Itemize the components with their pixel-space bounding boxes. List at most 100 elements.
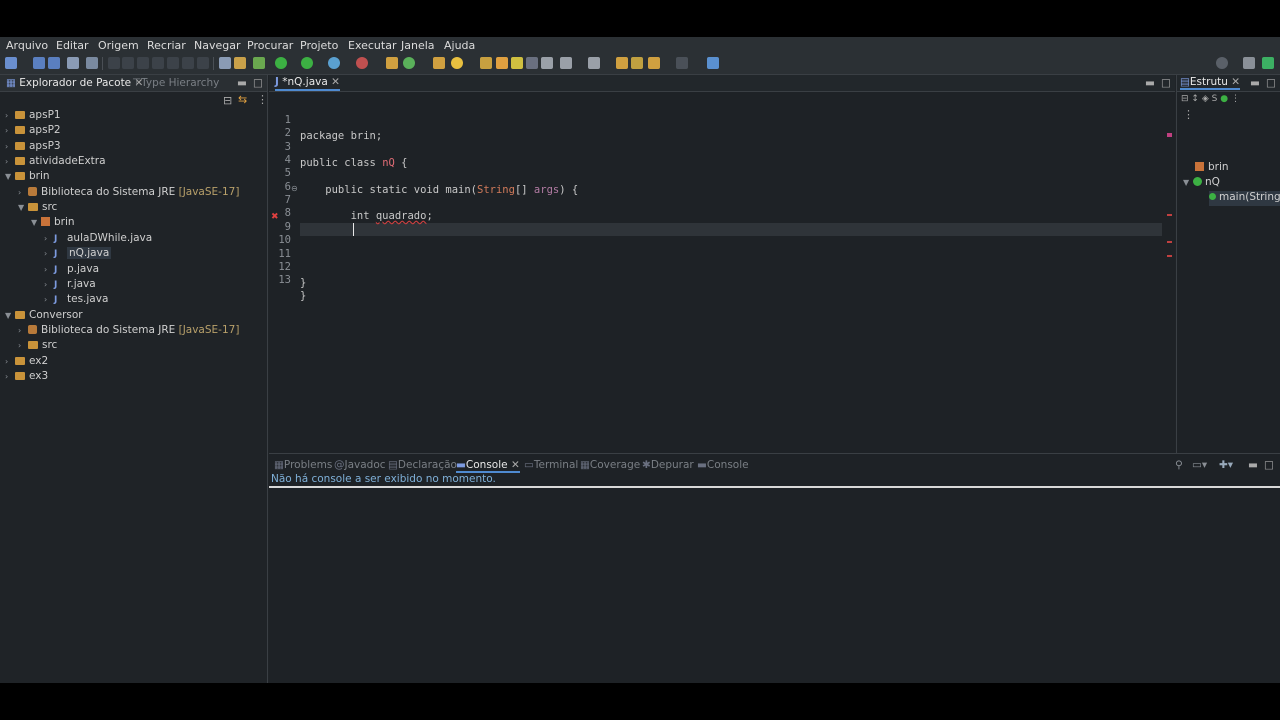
save-icon[interactable] — [33, 57, 45, 69]
chevron-right-icon[interactable]: › — [18, 341, 28, 350]
view-menu-icon[interactable]: ⋮ — [257, 93, 268, 106]
tree-item[interactable]: › apsP3 — [5, 140, 61, 155]
tab-problems[interactable]: ▦Problems — [274, 459, 332, 471]
highlight-icon[interactable] — [496, 57, 508, 69]
close-icon[interactable]: ✕ — [331, 76, 340, 88]
menu-arquivo[interactable]: Arquivo — [6, 39, 48, 52]
terminate-icon[interactable] — [137, 57, 149, 69]
outline-item-class[interactable]: ▼ nQ — [1183, 176, 1220, 191]
tab-package-explorer[interactable]: ▦ Explorador de Pacote ✕ — [6, 77, 143, 89]
menu-recriar[interactable]: Recriar — [147, 39, 186, 52]
tree-item[interactable]: › ex3 — [5, 370, 48, 385]
tree-item[interactable]: › Biblioteca do Sistema JRE [JavaSE-17] — [18, 186, 239, 201]
toggle-mark-icon[interactable] — [480, 57, 492, 69]
tree-item[interactable]: ▼ brin — [31, 216, 75, 231]
java-perspective-icon[interactable] — [1262, 57, 1274, 69]
step-over-icon[interactable] — [182, 57, 194, 69]
chevron-right-icon[interactable]: › — [44, 234, 54, 243]
next-annotation-icon[interactable] — [560, 57, 572, 69]
search-toolbar-icon[interactable] — [451, 57, 463, 69]
menu-procurar[interactable]: Procurar — [247, 39, 293, 52]
coverage-icon[interactable] — [328, 57, 340, 69]
menu-ajuda[interactable]: Ajuda — [444, 39, 475, 52]
chevron-down-icon[interactable]: ▼ — [18, 203, 28, 212]
back-icon[interactable] — [648, 57, 660, 69]
chevron-right-icon[interactable]: › — [5, 157, 15, 166]
outline-maximize-icon[interactable]: □ — [1266, 77, 1276, 89]
chevron-right-icon[interactable]: › — [5, 142, 15, 151]
run-as-icon[interactable] — [301, 57, 313, 69]
menu-janela[interactable]: Janela — [401, 39, 435, 52]
chevron-right-icon[interactable]: › — [5, 372, 15, 381]
tree-item[interactable]: › JnQ.java — [44, 247, 112, 262]
tree-item[interactable]: › JaulaDWhile.java — [44, 232, 152, 247]
chevron-right-icon[interactable]: › — [44, 295, 54, 304]
resume-icon[interactable] — [108, 57, 120, 69]
save-all-icon[interactable] — [48, 57, 60, 69]
tree-item[interactable]: › Biblioteca do Sistema JRE [JavaSE-17] — [18, 324, 239, 339]
overview-error-marker-3[interactable] — [1167, 255, 1172, 257]
tab-coverage[interactable]: ▦Coverage — [580, 459, 640, 471]
last-edit-icon[interactable] — [616, 57, 628, 69]
forward-icon[interactable] — [676, 57, 688, 69]
tree-item[interactable]: › Jp.java — [44, 263, 99, 278]
chevron-right-icon[interactable]: › — [5, 111, 15, 120]
overview-error-marker-2[interactable] — [1167, 241, 1172, 243]
tree-item[interactable]: › apsP1 — [5, 109, 61, 124]
outline-menu-icon[interactable]: ⋮ — [1231, 94, 1240, 104]
terminal-icon[interactable] — [67, 57, 79, 69]
tree-item[interactable]: › atividadeExtra — [5, 155, 106, 170]
new-class-icon[interactable] — [403, 57, 415, 69]
chevron-right-icon[interactable]: › — [18, 326, 28, 335]
tab-console-2[interactable]: ▬Console — [697, 459, 749, 471]
chevron-right-icon[interactable]: › — [44, 249, 54, 258]
tab-outline[interactable]: ▤Estrutu ✕ — [1180, 76, 1241, 90]
new-icon[interactable] — [5, 57, 17, 69]
word-wrap-icon[interactable] — [526, 57, 538, 69]
collapse-icon[interactable]: ⊟ — [1181, 94, 1189, 104]
display-console-icon[interactable]: ▭▾ — [1192, 459, 1207, 471]
tab-console[interactable]: ▬Console ✕ — [456, 459, 520, 473]
open-perspective-icon[interactable] — [1243, 57, 1255, 69]
chevron-right-icon[interactable]: › — [44, 280, 54, 289]
step-into-icon[interactable] — [167, 57, 179, 69]
search-icon[interactable] — [1216, 57, 1228, 69]
menu-navegar[interactable]: Navegar — [194, 39, 241, 52]
menu-origem[interactable]: Origem — [98, 39, 139, 52]
tree-item[interactable]: ▼ Conversor — [5, 309, 83, 324]
outline-item-method[interactable]: main(String — [1209, 191, 1280, 206]
tab-javadoc[interactable]: @Javadoc — [334, 459, 386, 471]
outline-more-icon[interactable]: ⋮ — [1183, 108, 1194, 121]
step-return-icon[interactable] — [197, 57, 209, 69]
open-resource-icon[interactable] — [433, 57, 445, 69]
overview-error-marker[interactable] — [1167, 214, 1172, 216]
chevron-down-icon[interactable]: ▼ — [31, 218, 41, 227]
minimize-icon[interactable]: ▬ — [237, 77, 247, 89]
block-selection-icon[interactable] — [511, 57, 523, 69]
tree-item[interactable]: › ex2 — [5, 355, 48, 370]
error-marker-icon[interactable]: ✖ — [271, 212, 279, 222]
tab-nq-java[interactable]: J *nQ.java ✕ — [275, 76, 340, 91]
editor-minimize-icon[interactable]: ▬ — [1145, 77, 1155, 89]
run-icon[interactable] — [275, 57, 287, 69]
collapse-all-icon[interactable]: ⊟ — [223, 94, 232, 107]
outline-minimize-icon[interactable]: ▬ — [1250, 77, 1260, 89]
editor-maximize-icon[interactable]: □ — [1161, 77, 1171, 89]
skip-breakpoints-icon[interactable] — [86, 57, 98, 69]
menu-executar[interactable]: Executar — [348, 39, 397, 52]
hide-fields-icon[interactable]: ◈ — [1202, 94, 1209, 104]
hide-nonpublic-icon[interactable]: ● — [1220, 94, 1228, 104]
tree-item[interactable]: › Jr.java — [44, 278, 96, 293]
prev-annotation-icon[interactable] — [588, 57, 600, 69]
external-tools-icon[interactable] — [356, 57, 368, 69]
chevron-right-icon[interactable]: › — [5, 126, 15, 135]
console-minimize-icon[interactable]: ▬ — [1248, 459, 1258, 471]
fold-icon[interactable]: ⊖ — [291, 184, 298, 193]
maximize-icon[interactable]: □ — [253, 77, 263, 89]
chevron-right-icon[interactable]: › — [44, 265, 54, 274]
tree-item[interactable]: ▼ src — [18, 201, 57, 216]
open-console-icon[interactable]: ✚▾ — [1219, 459, 1233, 471]
chevron-down-icon[interactable]: ▼ — [5, 311, 15, 320]
tab-declaration[interactable]: ▤Declaração — [388, 459, 457, 471]
tree-item[interactable]: › apsP2 — [5, 124, 61, 139]
